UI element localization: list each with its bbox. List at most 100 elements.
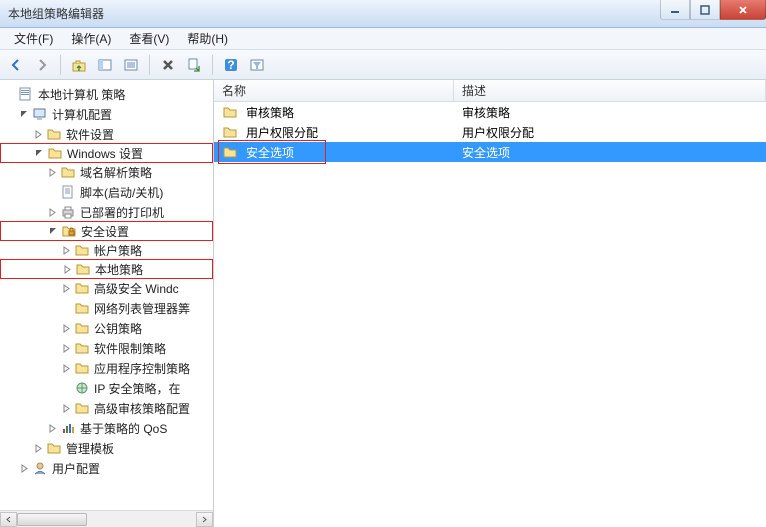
tree-node-name-resolution[interactable]: 域名解析策略 xyxy=(0,162,213,182)
maximize-button[interactable] xyxy=(690,0,720,20)
svg-text:?: ? xyxy=(227,58,234,72)
row-description: 安全选项 xyxy=(462,146,510,160)
policy-folder-icon xyxy=(222,124,238,140)
tree-label: 软件限制策略 xyxy=(94,340,166,357)
policy-folder-icon xyxy=(75,261,91,277)
menu-help[interactable]: 帮助(H) xyxy=(179,28,236,49)
expander-closed-icon[interactable] xyxy=(60,402,72,414)
tree-label: 帐户策略 xyxy=(94,242,142,259)
tree-label: 高级安全 Windc xyxy=(94,280,179,297)
tree-node-security-settings[interactable]: 安全设置 xyxy=(0,221,213,241)
tree-node-software-restriction[interactable]: 软件限制策略 xyxy=(0,338,213,358)
tree-node-account-policies[interactable]: 帐户策略 xyxy=(0,240,213,260)
list-body[interactable]: 审核策略 审核策略 用户权限分配 用户权限分配 安全选项 安全选项 xyxy=(214,102,766,527)
scroll-right-button[interactable] xyxy=(196,512,213,527)
scroll-thumb[interactable] xyxy=(17,513,87,526)
tree-node-public-key[interactable]: 公钥策略 xyxy=(0,318,213,338)
tree-label: 本地计算机 策略 xyxy=(38,86,125,103)
up-button[interactable] xyxy=(67,53,91,77)
menu-file[interactable]: 文件(F) xyxy=(6,28,61,49)
horizontal-scrollbar[interactable] xyxy=(0,510,213,527)
menu-action[interactable]: 操作(A) xyxy=(63,28,119,49)
qos-icon xyxy=(60,420,76,436)
menu-view[interactable]: 查看(V) xyxy=(121,28,177,49)
policy-folder-icon xyxy=(74,242,90,258)
tree-node-software-settings[interactable]: 软件设置 xyxy=(0,124,213,144)
scroll-left-button[interactable] xyxy=(0,512,17,527)
expander-open-icon[interactable] xyxy=(47,225,59,237)
list-row-user-rights[interactable]: 用户权限分配 用户权限分配 xyxy=(214,122,766,142)
tree-node-computer-config[interactable]: 计算机配置 xyxy=(0,104,213,124)
list-row-audit-policy[interactable]: 审核策略 审核策略 xyxy=(214,102,766,122)
tree-node-windows-settings[interactable]: Windows 设置 xyxy=(0,143,213,163)
tree-label: Windows 设置 xyxy=(67,145,143,162)
scroll-track[interactable] xyxy=(17,512,196,527)
toolbar-separator xyxy=(149,55,150,75)
script-icon xyxy=(60,184,76,200)
menubar: 文件(F) 操作(A) 查看(V) 帮助(H) xyxy=(0,28,766,50)
tree-node-network-list[interactable]: 网络列表管理器筭 xyxy=(0,298,213,318)
list-row-security-options[interactable]: 安全选项 安全选项 xyxy=(214,142,766,162)
folder-icon xyxy=(47,145,63,161)
expander-icon[interactable] xyxy=(4,88,16,100)
back-button[interactable] xyxy=(4,53,28,77)
tree-pane: 本地计算机 策略 计算机配置 软件设置 Windows 设置 xyxy=(0,80,214,527)
expander-closed-icon[interactable] xyxy=(60,244,72,256)
expander-closed-icon[interactable] xyxy=(60,282,72,294)
window-title: 本地组策略编辑器 xyxy=(8,5,104,22)
tree-node-adv-security[interactable]: 高级安全 Windc xyxy=(0,278,213,298)
tree-node-app-control[interactable]: 应用程序控制策略 xyxy=(0,358,213,378)
tree-label: 脚本(启动/关机) xyxy=(80,184,163,201)
tree-scroll[interactable]: 本地计算机 策略 计算机配置 软件设置 Windows 设置 xyxy=(0,80,213,510)
show-hide-tree-button[interactable] xyxy=(93,53,117,77)
expander-closed-icon[interactable] xyxy=(46,422,58,434)
row-description: 审核策略 xyxy=(462,106,510,120)
expander-closed-icon[interactable] xyxy=(32,128,44,140)
close-button[interactable] xyxy=(720,0,766,20)
computer-icon xyxy=(32,106,48,122)
toolbar: ? xyxy=(0,50,766,80)
policy-folder-icon xyxy=(222,144,238,160)
tree-node-local-policies[interactable]: 本地策略 xyxy=(0,259,213,279)
policy-folder-icon xyxy=(222,104,238,120)
column-header-description[interactable]: 描述 xyxy=(454,80,766,101)
titlebar: 本地组策略编辑器 xyxy=(0,0,766,28)
filter-button[interactable] xyxy=(245,53,269,77)
tree-label: 本地策略 xyxy=(95,261,143,278)
delete-button[interactable] xyxy=(156,53,180,77)
folder-icon xyxy=(60,164,76,180)
tree-node-root[interactable]: 本地计算机 策略 xyxy=(0,84,213,104)
folder-icon xyxy=(74,280,90,296)
folder-icon xyxy=(74,360,90,376)
expander-open-icon[interactable] xyxy=(33,147,45,159)
expander-closed-icon[interactable] xyxy=(18,462,30,474)
user-icon xyxy=(32,460,48,476)
tree-node-admin-templates[interactable]: 管理模板 xyxy=(0,438,213,458)
export-button[interactable] xyxy=(182,53,206,77)
policy-root-icon xyxy=(18,86,34,102)
tree-node-ip-security[interactable]: IP 安全策略，在 xyxy=(0,378,213,398)
expander-closed-icon[interactable] xyxy=(46,206,58,218)
expander-closed-icon[interactable] xyxy=(60,322,72,334)
folder-icon xyxy=(46,440,62,456)
tree-label: 用户配置 xyxy=(52,460,100,477)
expander-closed-icon[interactable] xyxy=(60,362,72,374)
expander-closed-icon[interactable] xyxy=(60,342,72,354)
expander-closed-icon[interactable] xyxy=(46,166,58,178)
ip-security-icon xyxy=(74,380,90,396)
column-header-name[interactable]: 名称 xyxy=(214,80,454,101)
tree-node-adv-audit[interactable]: 高级审核策略配置 xyxy=(0,398,213,418)
tree-node-scripts[interactable]: 脚本(启动/关机) xyxy=(0,182,213,202)
minimize-button[interactable] xyxy=(660,0,690,20)
tree-node-printers[interactable]: 已部署的打印机 xyxy=(0,202,213,222)
row-description: 用户权限分配 xyxy=(462,126,534,140)
forward-button[interactable] xyxy=(30,53,54,77)
expander-closed-icon[interactable] xyxy=(61,263,73,275)
help-button[interactable]: ? xyxy=(219,53,243,77)
expander-open-icon[interactable] xyxy=(18,108,30,120)
expander-closed-icon[interactable] xyxy=(32,442,44,454)
list-pane: 名称 描述 审核策略 审核策略 用户权限分配 用户权限分配 安全选项 安全选项 xyxy=(214,80,766,527)
tree-node-user-config[interactable]: 用户配置 xyxy=(0,458,213,478)
tree-node-qos[interactable]: 基于策略的 QoS xyxy=(0,418,213,438)
properties-button[interactable] xyxy=(119,53,143,77)
